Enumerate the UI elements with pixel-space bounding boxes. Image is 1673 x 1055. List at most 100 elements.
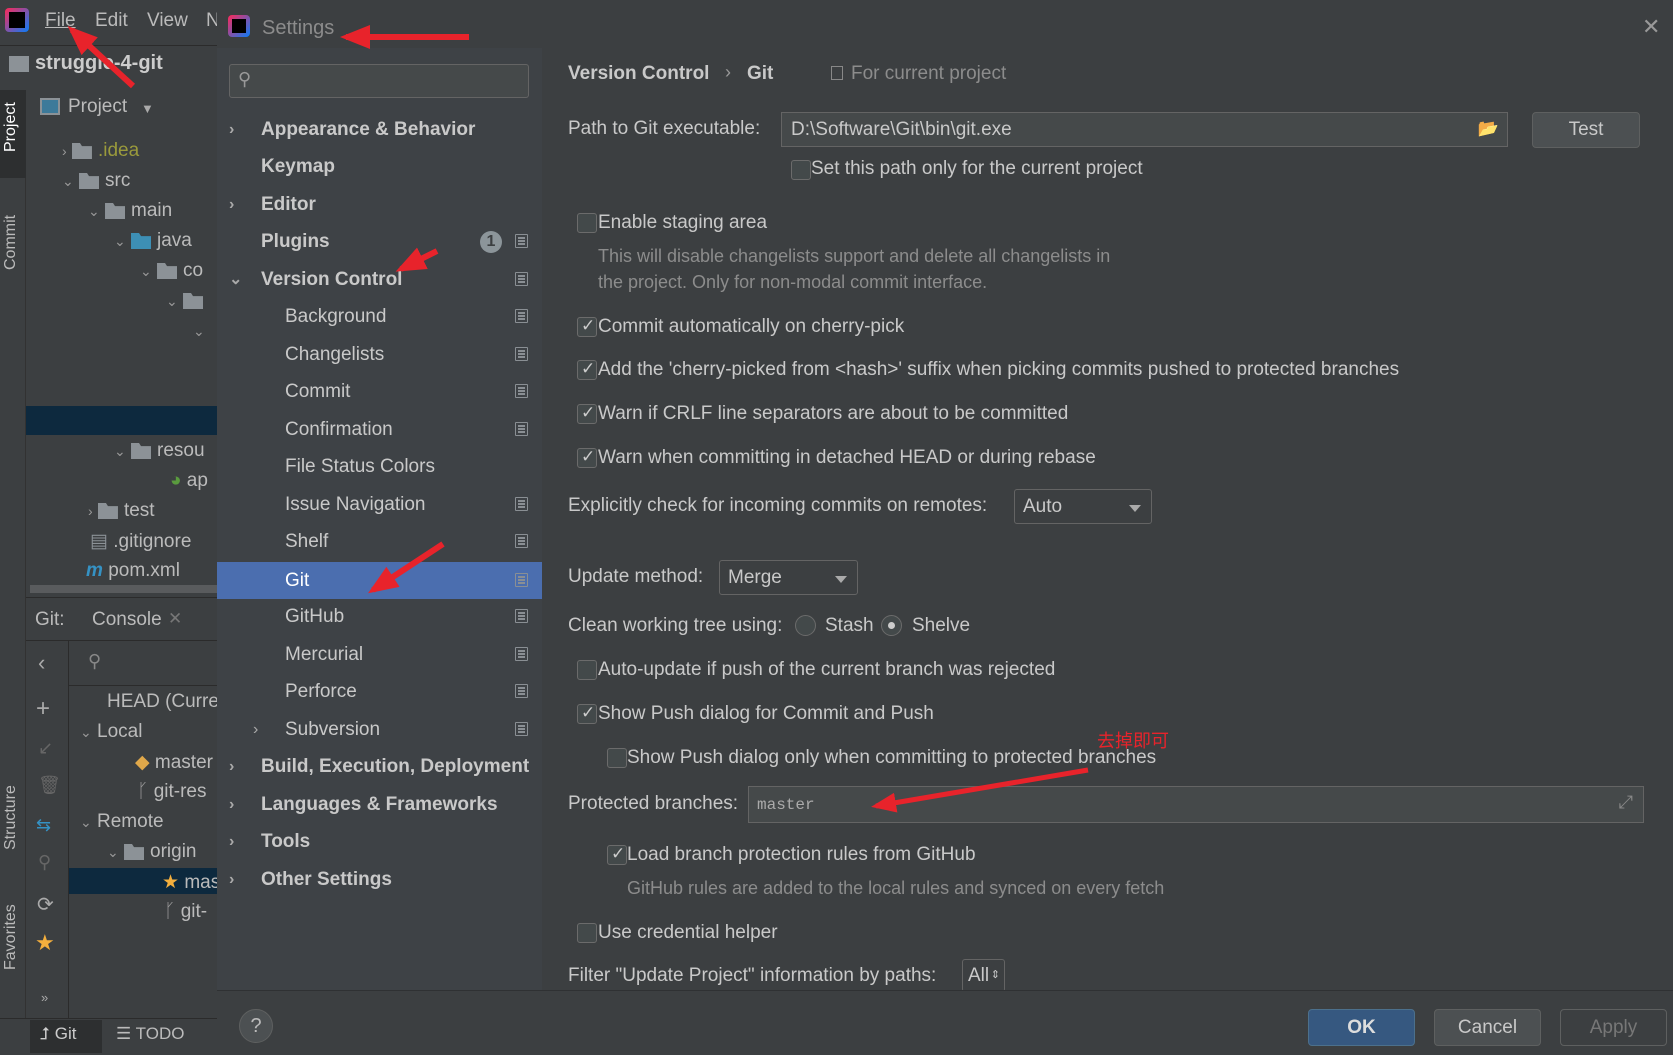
tree-item[interactable]: ⌄ src [62,170,130,192]
cherry-suffix-checkbox[interactable] [577,359,597,380]
menu-view[interactable]: View [147,10,188,32]
tree-shelf[interactable]: Shelf [217,523,542,560]
console-tab[interactable]: Console [92,609,162,631]
warn-crlf-label[interactable]: Warn if CRLF line separators are about t… [598,403,1068,425]
tree-languages-frameworks[interactable]: › Languages & Frameworks [217,786,542,823]
browse-folder-icon[interactable]: 📂 [1478,119,1499,139]
tree-version-control[interactable]: ⌄ Version Control [217,261,542,298]
tree-git[interactable]: Git [217,562,542,599]
tree-github[interactable]: GitHub [217,598,542,635]
favorite-star-icon[interactable]: ★ [35,930,55,956]
load-rules-label[interactable]: Load branch protection rules from GitHub [627,844,976,866]
tree-appearance-behavior[interactable]: › Appearance & Behavior [217,111,542,148]
tree-item[interactable]: › .idea [62,140,139,162]
branch-item[interactable]: ᚴ git-res [137,781,206,803]
tree-item[interactable]: ⌄ [193,320,205,342]
tree-file-status-colors[interactable]: File Status Colors [217,448,542,485]
tree-item[interactable]: ▤ .gitignore [90,530,191,553]
help-button[interactable]: ? [239,1009,273,1043]
branch-item[interactable]: ◆ master [135,751,213,774]
tree-commit[interactable]: Commit [217,373,542,410]
warn-crlf-checkbox[interactable] [577,403,597,424]
menu-navigate[interactable]: N [206,10,217,32]
show-push-label[interactable]: Show Push dialog for Commit and Push [598,703,934,725]
load-rules-checkbox[interactable] [607,844,627,865]
git-bottom-tab[interactable]: ⮥ Git [40,1024,77,1044]
commit-cherry-pick-label[interactable]: Commit automatically on cherry-pick [598,316,904,338]
close-icon[interactable]: ✕ [1642,14,1660,40]
auto-update-label[interactable]: Auto-update if push of the current branc… [598,659,1055,681]
cancel-button[interactable]: Cancel [1434,1009,1541,1046]
incoming-dropdown[interactable]: Auto [1014,489,1152,524]
set-path-checkbox[interactable] [791,160,811,180]
settings-search-input[interactable]: ⚲ [229,64,529,98]
tree-other-settings[interactable]: › Other Settings [217,861,542,898]
horizontal-scrollbar[interactable] [30,585,217,593]
warn-detached-label[interactable]: Warn when committing in detached HEAD or… [598,447,1096,469]
shelve-label[interactable]: Shelve [912,615,970,637]
show-push-checkbox[interactable] [577,703,597,724]
tree-item[interactable]: ⌄ [166,290,209,312]
tree-changelists[interactable]: Changelists [217,336,542,373]
tree-subversion[interactable]: › Subversion [217,711,542,748]
tree-item[interactable]: ⌄ java [114,230,192,252]
menu-edit[interactable]: Edit [95,10,128,32]
push-protected-label[interactable]: Show Push dialog only when committing to… [627,747,1156,769]
branch-group[interactable]: ⌄ Remote [80,811,164,833]
branch-group[interactable]: ⌄ origin [107,841,197,863]
tree-tools[interactable]: › Tools [217,823,542,860]
shelve-radio[interactable] [881,615,902,636]
search-icon[interactable]: ⚲ [88,651,101,672]
breadcrumb-parent[interactable]: Version Control [568,63,709,85]
tree-build-execution-deployment[interactable]: › Build, Execution, Deployment [217,748,542,785]
tree-item[interactable]: › test [88,500,155,522]
commit-tool-button[interactable]: Commit [2,215,20,270]
menu-file[interactable]: File [45,10,76,32]
tree-confirmation[interactable]: Confirmation [217,411,542,448]
expand-icon[interactable]: ⤢ [1619,792,1633,813]
more-icon[interactable]: » [41,990,48,1005]
apply-button[interactable]: Apply [1560,1009,1667,1046]
tree-editor[interactable]: › Editor [217,186,542,223]
git-path-input[interactable]: D:\Software\Git\bin\git.exe 📂 [781,112,1508,147]
tree-item[interactable]: m pom.xml [86,560,180,582]
dialog-title-bar[interactable]: Settings ✕ [217,0,1673,48]
tree-item[interactable]: ⌄ main [88,200,172,222]
chevron-down-icon[interactable]: ▼ [141,101,154,116]
search-branch-icon[interactable]: ⚲ [38,852,51,873]
tree-item[interactable]: ◕ ap [170,470,208,492]
tree-plugins[interactable]: Plugins 1 [217,223,542,260]
project-tool-button[interactable]: Project [2,102,20,152]
close-tab-icon[interactable]: ✕ [168,609,182,629]
update-method-dropdown[interactable]: Merge [719,560,858,595]
compare-icon[interactable]: ⇆ [36,815,51,836]
commit-cherry-pick-checkbox[interactable] [577,316,597,337]
tree-background[interactable]: Background [217,298,542,335]
trash-icon[interactable]: 🗑 [38,775,61,796]
tree-issue-navigation[interactable]: Issue Navigation [217,486,542,523]
refresh-icon[interactable]: ⟳ [37,892,54,917]
credential-helper-checkbox[interactable] [577,923,597,943]
tree-item[interactable]: ⌄ co [140,260,203,282]
stash-radio[interactable] [795,615,816,636]
credential-helper-label[interactable]: Use credential helper [598,922,778,944]
warn-detached-checkbox[interactable] [577,447,597,468]
protected-branches-input[interactable]: master ⤢ [748,786,1644,823]
staging-checkbox[interactable] [577,213,597,233]
set-path-label[interactable]: Set this path only for the current proje… [811,158,1143,180]
add-icon[interactable]: + [36,695,50,723]
tree-keymap[interactable]: Keymap [217,148,542,185]
tree-perforce[interactable]: Perforce [217,673,542,710]
branch-group[interactable]: ⌄ Local [80,721,142,743]
selected-tree-row[interactable] [26,406,217,435]
branch-item[interactable]: ★ mas [162,871,217,894]
todo-bottom-tab[interactable]: ☰ TODO [116,1024,184,1044]
cherry-suffix-label[interactable]: Add the 'cherry-picked from <hash>' suff… [598,359,1399,381]
filter-select[interactable]: All ⇕ [962,959,1005,992]
project-view-selector[interactable]: Project [68,96,127,118]
branch-item[interactable]: HEAD (Curre [107,691,217,713]
branch-item[interactable]: ᚴ git- [164,901,207,923]
ok-button[interactable]: OK [1308,1009,1415,1046]
push-protected-checkbox[interactable] [607,748,627,768]
staging-label[interactable]: Enable staging area [598,212,767,234]
